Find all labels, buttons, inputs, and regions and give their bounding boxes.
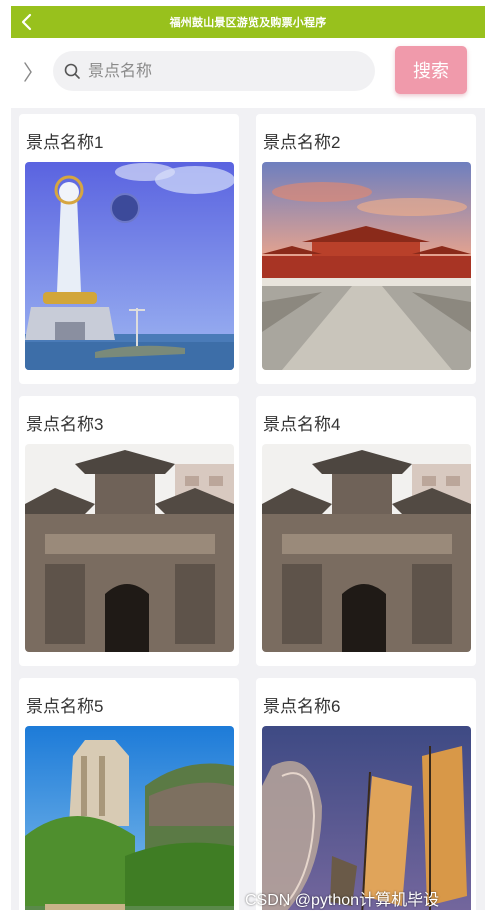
rock-mountain-image[interactable] — [25, 726, 234, 910]
spot-name: 景点名称4 — [263, 415, 341, 434]
spot-name: 景点名称1 — [26, 133, 104, 152]
palace-gate-image[interactable] — [262, 162, 471, 370]
spot-name: 景点名称6 — [263, 697, 341, 716]
spot-card[interactable]: 景点名称6 — [256, 678, 476, 910]
app-frame: 福州鼓山景区游览及购票小程序 搜索 景点名称1 — [11, 6, 485, 910]
spot-card[interactable]: 景点名称1 — [19, 114, 239, 384]
navigation-bar: 福州鼓山景区游览及购票小程序 — [11, 6, 485, 38]
archway-image[interactable] — [262, 444, 471, 652]
spot-card[interactable]: 景点名称3 — [19, 396, 239, 666]
search-icon — [63, 62, 81, 80]
search-input[interactable] — [86, 57, 360, 87]
spot-card[interactable]: 景点名称4 — [256, 396, 476, 666]
page-title: 福州鼓山景区游览及购票小程序 — [169, 17, 327, 29]
spot-name: 景点名称5 — [26, 697, 104, 716]
spot-name: 景点名称3 — [26, 415, 104, 434]
chevron-right-icon[interactable] — [21, 60, 37, 84]
search-button[interactable]: 搜索 — [395, 46, 467, 94]
spot-card[interactable]: 景点名称2 — [256, 114, 476, 384]
search-box[interactable] — [53, 51, 375, 91]
sailboat-night-image[interactable] — [262, 726, 471, 910]
archway-image[interactable] — [25, 444, 234, 652]
spot-card[interactable]: 景点名称5 — [19, 678, 239, 910]
watermark-text: CSDN @python计算机毕设 — [245, 892, 440, 909]
search-bar: 搜索 — [11, 38, 485, 108]
guanyin-statue-image[interactable] — [25, 162, 234, 370]
spot-name: 景点名称2 — [263, 133, 341, 152]
